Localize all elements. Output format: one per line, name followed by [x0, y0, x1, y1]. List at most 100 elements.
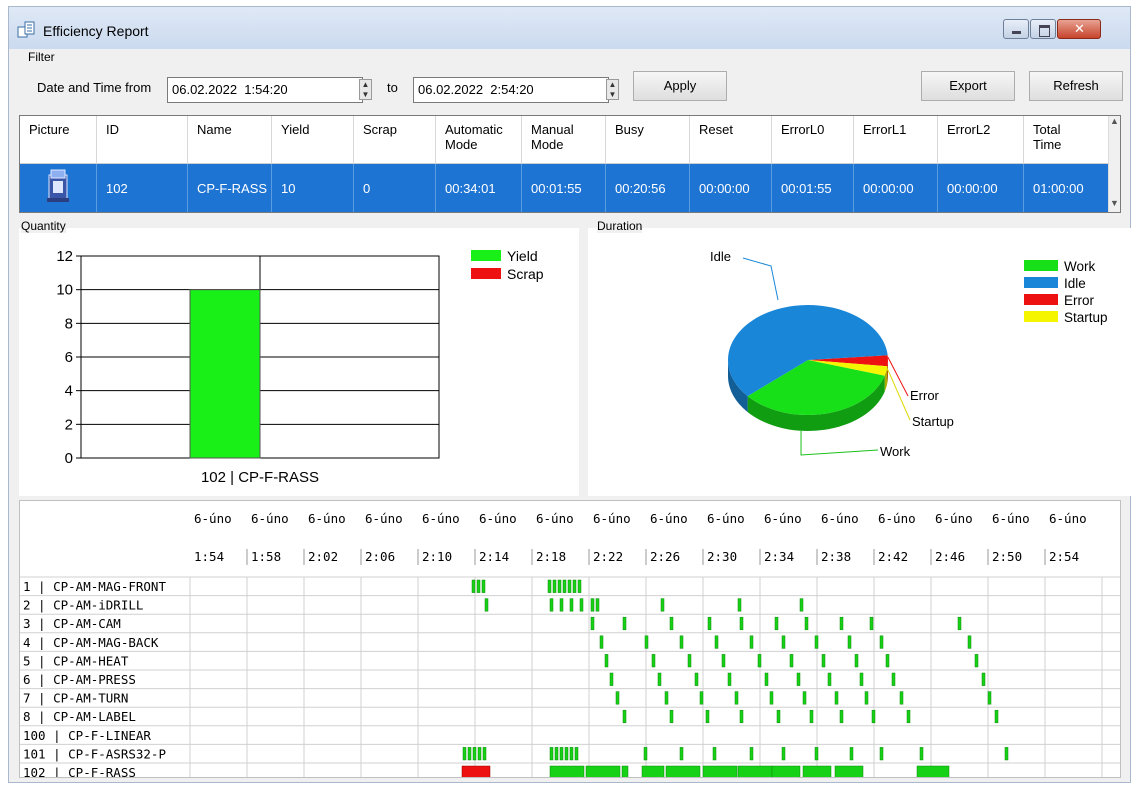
timeline-mark [776, 709, 781, 724]
y-tick-label: 2 [65, 416, 73, 433]
timeline-mark [579, 598, 584, 612]
col-header-yield[interactable]: Yield [272, 116, 354, 164]
timeline-mark [599, 635, 604, 649]
col-header-automatic-mode[interactable]: Automatic Mode [436, 116, 522, 164]
timeline-date-label: 6-úno [308, 511, 346, 526]
timeline-mark [590, 616, 595, 631]
cell-id: 102 [97, 164, 188, 212]
timeline-mark [802, 765, 832, 779]
col-header-errorl1[interactable]: ErrorL1 [854, 116, 938, 164]
callout-label-startup: Startup [912, 414, 954, 429]
bar-yield [189, 289, 261, 459]
scroll-down-icon[interactable]: ▼ [1109, 198, 1120, 212]
table-scrollbar[interactable]: ▲ ▼ [1108, 116, 1120, 212]
efficiency-report-window: Efficiency Report Filter Date and Time f… [8, 6, 1132, 783]
close-icon[interactable] [1057, 19, 1101, 39]
timeline-row-label: 8 | CP-AM-LABEL [23, 709, 136, 724]
timeline-mark [549, 598, 554, 612]
timeline-mark [622, 616, 627, 631]
col-header-errorl0[interactable]: ErrorL0 [772, 116, 854, 164]
date-from-field[interactable]: 06.02.2022 1:54:20 [167, 77, 363, 103]
timeline-mark [799, 598, 804, 612]
cell-name: CP-F-RASS [188, 164, 272, 212]
timeline-mark [849, 747, 854, 761]
timeline-mark [564, 747, 569, 761]
timeline-mark [604, 654, 609, 668]
col-header-busy[interactable]: Busy [606, 116, 690, 164]
legend-label-yield: Yield [507, 248, 538, 264]
timeline-mark [916, 765, 950, 779]
timeline-mark [482, 747, 487, 761]
timeline-date-label: 6-úno [194, 511, 232, 526]
quantity-panel: 0 2 4 6 8 10 12 102 | CP-F-RASS Yield Scrap [19, 228, 579, 496]
timeline-mark [721, 654, 726, 668]
date-to-field[interactable]: 06.02.2022 2:54:20 [413, 77, 609, 103]
timeline-mark [569, 598, 574, 612]
legend-swatch-error [1024, 294, 1058, 305]
timeline-mark [687, 654, 692, 668]
cell-busy: 00:20:56 [606, 164, 690, 212]
timeline-mark [737, 765, 773, 779]
col-header-name[interactable]: Name [188, 116, 272, 164]
timeline-mark [461, 765, 491, 779]
timeline-mark [734, 691, 739, 705]
timeline-mark [802, 691, 807, 705]
timeline-mark [644, 635, 649, 649]
timeline-row-label: 1 | CP-AM-MAG-FRONT [23, 579, 166, 594]
timeline-time-label: 2:06 [365, 549, 395, 564]
timeline-mark [749, 747, 754, 761]
timeline-mark [869, 616, 874, 631]
timeline-mark [885, 654, 890, 668]
timeline-row-label: 6 | CP-AM-PRESS [23, 672, 136, 687]
timeline-mark [864, 691, 869, 705]
timeline-row-label: 3 | CP-AM-CAM [23, 616, 121, 631]
legend-swatch-scrap [471, 268, 501, 279]
refresh-button[interactable]: Refresh [1029, 71, 1123, 101]
timeline-mark [547, 579, 552, 593]
col-header-total-time[interactable]: Total Time [1024, 116, 1110, 164]
timeline-row-label: 5 | CP-AM-HEAT [23, 653, 129, 668]
timeline-mark [707, 616, 712, 631]
timeline-mark [481, 579, 486, 593]
minimize-icon[interactable] [1003, 19, 1029, 39]
timeline-mark [574, 747, 579, 761]
timeline-date-label: 6-úno [365, 511, 403, 526]
apply-button[interactable]: Apply [633, 71, 727, 101]
timeline-mark [694, 672, 699, 686]
window-title: Efficiency Report [43, 23, 149, 39]
timeline-mark [727, 672, 732, 686]
cell-errorl2: 00:00:00 [938, 164, 1024, 212]
date-to-spinner-icon[interactable]: ▲ ▼ [606, 79, 619, 100]
export-button[interactable]: Export [921, 71, 1015, 101]
timeline-mark [679, 635, 684, 649]
timeline-mark [781, 747, 786, 761]
maximize-icon[interactable] [1030, 19, 1056, 39]
col-header-id[interactable]: ID [97, 116, 188, 164]
station-icon [20, 164, 97, 212]
scroll-up-icon[interactable]: ▲ [1109, 116, 1120, 130]
legend-swatch-startup [1024, 311, 1058, 322]
col-header-scrap[interactable]: Scrap [354, 116, 436, 164]
cell-reset: 00:00:00 [690, 164, 772, 212]
timeline-mark [769, 691, 774, 705]
timeline-mark [660, 598, 665, 612]
col-header-manual-mode[interactable]: Manual Mode [522, 116, 606, 164]
date-from-spinner-icon[interactable]: ▲ ▼ [359, 79, 372, 100]
timeline-mark [585, 765, 621, 779]
y-tick-label: 6 [65, 349, 73, 366]
timeline-time-label: 2:34 [764, 549, 794, 564]
timeline-date-label: 6-úno [650, 511, 688, 526]
timeline-mark [739, 616, 744, 631]
col-header-errorl2[interactable]: ErrorL2 [938, 116, 1024, 164]
y-tick-label: 8 [65, 315, 73, 332]
legend-swatch-work [1024, 260, 1058, 271]
timeline-date-label: 6-úno [878, 511, 916, 526]
timeline-mark [957, 616, 962, 631]
timeline-mark [471, 579, 476, 593]
col-header-picture[interactable]: Picture [20, 116, 97, 164]
timeline-mark [679, 747, 684, 761]
timeline-mark [714, 635, 719, 649]
table-row[interactable]: 102 CP-F-RASS 10 0 00:34:01 00:01:55 00:… [20, 164, 1110, 212]
col-header-reset[interactable]: Reset [690, 116, 772, 164]
title-bar[interactable]: Efficiency Report [9, 7, 1130, 49]
